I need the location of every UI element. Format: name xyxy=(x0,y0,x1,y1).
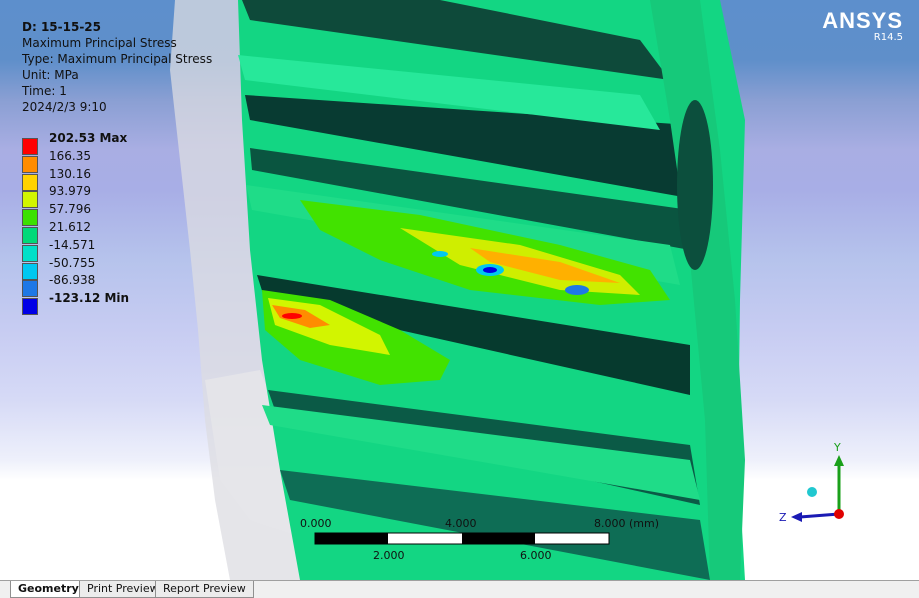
legend-swatch xyxy=(22,262,38,280)
ansys-logo: ANSYS R14.5 xyxy=(822,8,903,43)
triad-z-label: Z xyxy=(779,511,787,524)
legend-label[interactable]: -14.571 xyxy=(49,238,95,252)
legend-swatch xyxy=(22,280,38,298)
legend-swatch xyxy=(22,173,38,191)
stress-spot-low xyxy=(565,285,589,295)
result-time: Time: 1 xyxy=(22,84,67,98)
triad-y-label: Y xyxy=(833,441,841,454)
result-type: Type: Maximum Principal Stress xyxy=(22,52,213,66)
tab-report-preview[interactable]: Report Preview xyxy=(155,581,254,598)
legend-label[interactable]: 130.16 xyxy=(49,167,91,181)
triad-iso-ball[interactable] xyxy=(807,487,817,497)
scale-label-2: 2.000 xyxy=(373,549,405,562)
legend-label[interactable]: -50.755 xyxy=(49,256,95,270)
legend-label[interactable]: -86.938 xyxy=(49,273,95,287)
legend-label[interactable]: 57.796 xyxy=(49,202,91,216)
legend-label[interactable]: 93.979 xyxy=(49,184,91,198)
tab-print-preview[interactable]: Print Preview xyxy=(79,581,167,598)
stress-spot-low2 xyxy=(432,251,448,257)
legend-swatch xyxy=(22,155,38,173)
result-unit: Unit: MPa xyxy=(22,68,79,82)
graphics-viewport[interactable]: Y Z D: 15-15-25 Maximum Principal Stress… xyxy=(0,0,919,580)
scale-label-8: 8.000 (mm) xyxy=(594,517,660,530)
stress-spot-max xyxy=(282,313,302,319)
scale-label-4: 4.000 xyxy=(445,517,477,530)
legend-label[interactable]: 21.612 xyxy=(49,220,91,234)
result-name: Maximum Principal Stress xyxy=(22,36,177,50)
tab-geometry[interactable]: Geometry xyxy=(10,581,87,598)
legend-swatch xyxy=(22,227,38,244)
legend-label[interactable]: 166.35 xyxy=(49,149,91,163)
legend-swatch xyxy=(22,191,38,209)
ansys-logo-text: ANSYS xyxy=(822,8,903,33)
scale-label-6: 6.000 xyxy=(520,549,552,562)
legend-swatch xyxy=(22,138,38,155)
scale-label-0: 0.000 xyxy=(300,517,332,530)
gear-bore xyxy=(677,100,713,270)
view-tabs: Geometry Print Preview Report Preview xyxy=(0,580,919,598)
scale-bar-graphic xyxy=(314,532,610,545)
result-date: 2024/2/3 9:10 xyxy=(22,100,107,114)
legend-label[interactable]: 202.53 Max xyxy=(49,131,127,145)
legend-swatch xyxy=(22,298,38,316)
scale-bar: 0.000 4.000 8.000 (mm) 2.000 6.000 xyxy=(300,517,659,567)
triad-origin xyxy=(834,509,844,519)
legend-swatch xyxy=(22,244,38,262)
triad-z-axis xyxy=(799,512,840,519)
legend-swatch xyxy=(22,209,38,227)
stress-spot-min-core xyxy=(483,267,497,273)
legend-label[interactable]: -123.12 Min xyxy=(49,291,129,305)
triad-z-arrow xyxy=(791,512,802,522)
result-title: D: 15-15-25 xyxy=(22,20,101,34)
result-info: D: 15-15-25 Maximum Principal Stress Typ… xyxy=(22,19,212,115)
triad-y-arrow xyxy=(834,455,844,466)
